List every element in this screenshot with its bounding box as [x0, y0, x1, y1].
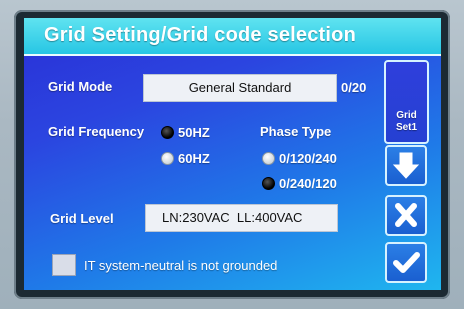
phase-0-120-240-label: 0/120/240: [279, 151, 337, 166]
confirm-button[interactable]: [385, 242, 427, 283]
title-bar: Grid Setting/Grid code selection: [24, 18, 441, 56]
grid-level-field[interactable]: LN:230VAC LL:400VAC: [145, 204, 338, 232]
frequency-50hz-radio[interactable]: 50HZ: [161, 125, 210, 140]
frequency-60hz-label: 60HZ: [178, 151, 210, 166]
grid-mode-field[interactable]: General Standard: [143, 74, 337, 102]
touch-screen: Grid Setting/Grid code selection Grid Mo…: [24, 18, 441, 290]
phase-type-label: Phase Type: [260, 124, 332, 139]
phase-0-240-120-radio[interactable]: 0/240/120: [262, 176, 337, 191]
grid-level-label: Grid Level: [50, 211, 114, 226]
grid-set-label: Grid Set1: [395, 110, 418, 133]
frequency-50hz-label: 50HZ: [178, 125, 210, 140]
radio-unselected-icon: [262, 152, 275, 165]
arrow-down-icon: [392, 152, 420, 179]
it-system-label: IT system-neutral is not grounded: [84, 258, 278, 273]
cancel-button[interactable]: [385, 195, 427, 236]
frequency-60hz-radio[interactable]: 60HZ: [161, 151, 210, 166]
grid-set-button[interactable]: Grid Set1: [384, 60, 429, 144]
radio-selected-icon: [262, 177, 275, 190]
page-title: Grid Setting/Grid code selection: [44, 24, 357, 46]
grid-mode-label: Grid Mode: [48, 79, 113, 94]
radio-unselected-icon: [161, 152, 174, 165]
phase-0-120-240-radio[interactable]: 0/120/240: [262, 151, 337, 166]
scroll-down-button[interactable]: [385, 145, 427, 186]
phase-0-240-120-label: 0/240/120: [279, 176, 337, 191]
check-icon: [393, 252, 420, 273]
it-system-checkbox[interactable]: [52, 254, 76, 276]
grid-mode-count: 0/20: [341, 80, 367, 95]
x-icon: [395, 203, 417, 227]
radio-selected-icon: [161, 126, 174, 139]
grid-frequency-label: Grid Frequency: [48, 124, 145, 139]
